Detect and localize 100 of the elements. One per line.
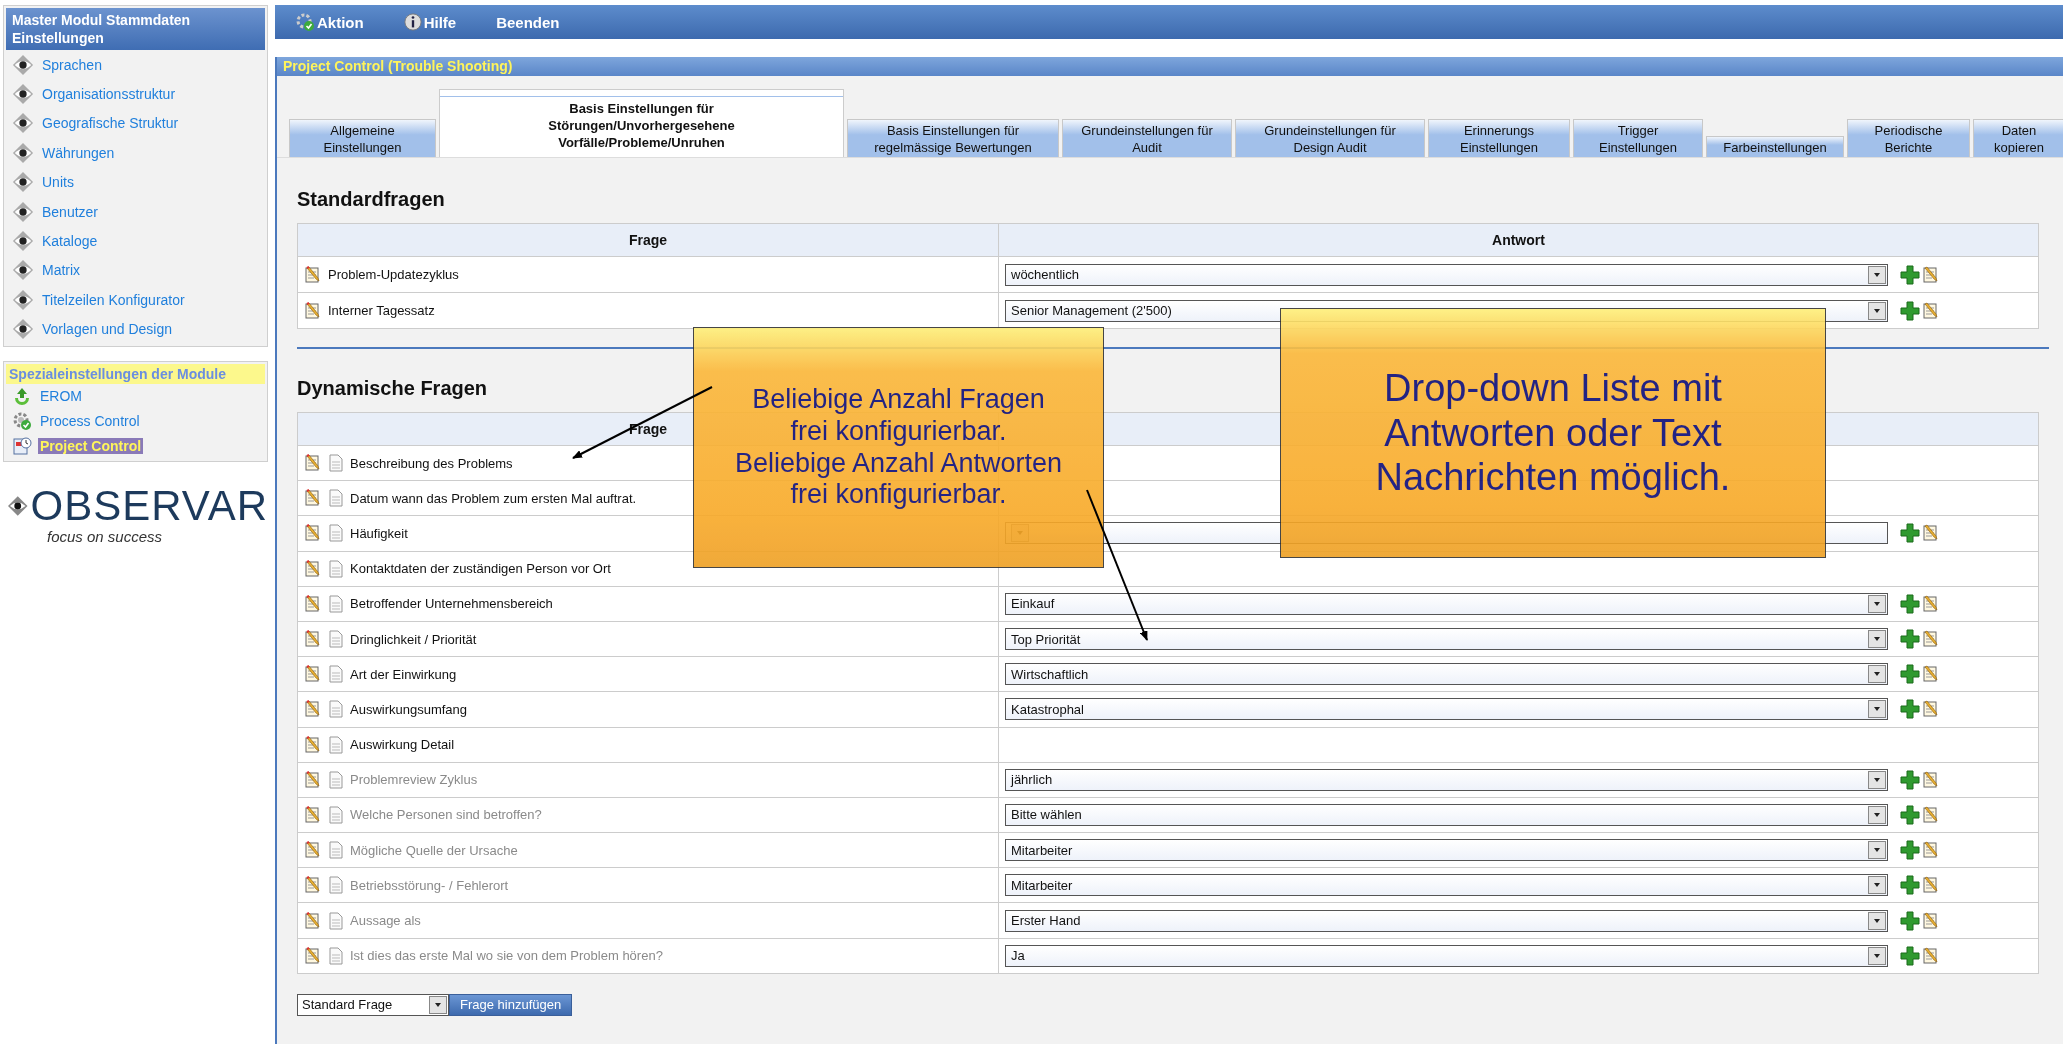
edit-icon[interactable]: [304, 524, 322, 543]
edit-icon[interactable]: [1922, 265, 1940, 284]
edit-icon[interactable]: [1922, 630, 1940, 649]
sidebar-link[interactable]: Titelzeilen Konfigurator: [42, 291, 185, 308]
question-label: Art der Einwirkung: [350, 666, 457, 682]
tab[interactable]: Grundeinstellungen für Design Audit: [1235, 119, 1425, 157]
edit-icon[interactable]: [304, 301, 322, 320]
edit-icon[interactable]: [1922, 665, 1940, 684]
sidebar-link[interactable]: Sprachen: [42, 56, 102, 73]
edit-icon[interactable]: [304, 454, 322, 473]
caret-icon: [429, 995, 447, 1014]
question-label: Auswirkungsumfang: [350, 701, 468, 717]
plus-icon[interactable]: [1900, 300, 1920, 321]
caret-icon: [1868, 946, 1886, 965]
answer-dropdown[interactable]: wöchentlich: [1005, 263, 1888, 286]
document-icon[interactable]: [328, 946, 344, 965]
edit-icon[interactable]: [304, 841, 322, 860]
document-icon[interactable]: [328, 454, 344, 473]
edit-icon[interactable]: [1922, 301, 1940, 320]
plus-icon[interactable]: [1900, 629, 1920, 650]
tab[interactable]: Farbeinstellungen: [1706, 136, 1844, 157]
caret-icon: [1868, 911, 1886, 930]
sidebar-link[interactable]: Kataloge: [42, 233, 98, 250]
tab[interactable]: Trigger Einstellungen: [1573, 119, 1703, 157]
answer-dropdown[interactable]: Wirtschaftlich: [1005, 663, 1888, 686]
edit-icon[interactable]: [304, 630, 322, 649]
plus-icon[interactable]: [1900, 699, 1920, 720]
sidebar-link[interactable]: Währungen: [42, 144, 115, 161]
edit-icon[interactable]: [304, 735, 322, 754]
answer-dropdown[interactable]: Einkauf: [1005, 592, 1888, 615]
edit-icon[interactable]: [304, 594, 322, 613]
edit-icon[interactable]: [304, 770, 322, 789]
sidebar-link[interactable]: Organisationsstruktur: [42, 86, 176, 103]
eye-icon: [12, 230, 34, 253]
document-icon[interactable]: [328, 630, 344, 649]
tab[interactable]: Basis Einstellungen für Störungen/Unvorhergesehene Vorfälle/Probleme/Unruhen: [439, 89, 844, 157]
callout-tooltip: Beliebige Anzahl Fragen frei konfigurierbar. Beliebige Anzahl Antworten frei konfigurierbar.: [693, 327, 1104, 568]
edit-icon[interactable]: [304, 489, 322, 508]
question-label: Kontaktdaten der zuständigen Person vor Ort: [350, 561, 611, 577]
tab[interactable]: Erinnerungs Einstellungen: [1428, 119, 1570, 157]
tab[interactable]: Basis Einstellungen für regelmässige Bewertungen: [847, 119, 1059, 157]
sidebar-link[interactable]: Units: [42, 174, 74, 191]
document-icon[interactable]: [328, 665, 344, 684]
tab[interactable]: Daten kopieren: [1973, 119, 2063, 157]
menu-item[interactable]: Hilfe: [403, 13, 457, 31]
tab[interactable]: Periodische Berichte: [1847, 119, 1970, 157]
document-icon[interactable]: [328, 594, 344, 613]
plus-icon[interactable]: [1900, 664, 1920, 685]
question-label: Dringlichkeit / Priorität: [350, 631, 477, 647]
tab[interactable]: Allgemeine Einstellungen: [289, 119, 436, 157]
menu-item[interactable]: Beenden: [496, 13, 560, 31]
caret-icon: [1868, 700, 1886, 719]
clipboard-icon: [12, 436, 32, 457]
edit-icon[interactable]: [1922, 594, 1940, 613]
edit-icon[interactable]: [304, 911, 322, 930]
sidebar-link[interactable]: Geografische Struktur: [42, 115, 179, 132]
add-question-button[interactable]: Frage hinzufügen: [449, 993, 573, 1016]
plus-icon[interactable]: [1900, 523, 1920, 544]
edit-icon[interactable]: [304, 265, 322, 284]
edit-icon[interactable]: [304, 876, 322, 895]
question-label: Interner Tagessatz: [328, 303, 435, 318]
edit-icon[interactable]: [304, 805, 322, 824]
edit-icon[interactable]: [304, 665, 322, 684]
plus-icon[interactable]: [1900, 264, 1920, 285]
document-icon[interactable]: [328, 559, 344, 578]
question-type-dropdown[interactable]: Standard Frage: [297, 993, 449, 1016]
edit-icon[interactable]: [1922, 524, 1940, 543]
edit-icon[interactable]: [304, 559, 322, 578]
document-icon[interactable]: [328, 805, 344, 824]
column-header: Antwort: [998, 223, 2039, 257]
edit-icon[interactable]: [304, 700, 322, 719]
caret-icon: [1868, 265, 1886, 284]
document-icon[interactable]: [328, 876, 344, 895]
document-icon[interactable]: [328, 700, 344, 719]
document-icon[interactable]: [328, 735, 344, 754]
edit-icon[interactable]: [1922, 700, 1940, 719]
plus-icon[interactable]: [1900, 593, 1920, 614]
question-label: Welche Personen sind betroffen?: [350, 807, 542, 823]
question-label: Datum wann das Problem zum ersten Mal auftrat.: [350, 490, 637, 506]
answer-dropdown[interactable]: Top Priorität: [1005, 628, 1888, 651]
menu-item[interactable]: Aktion: [295, 12, 364, 32]
module-link[interactable]: Process Control: [38, 413, 142, 430]
module-link[interactable]: EROM: [38, 388, 84, 405]
sidebar-link[interactable]: Benutzer: [42, 203, 99, 220]
question-label: Betroffender Unternehmensbereich: [350, 596, 553, 612]
recycle-icon: [12, 386, 32, 407]
eye-icon: [12, 112, 34, 135]
document-icon[interactable]: [328, 489, 344, 508]
document-icon[interactable]: [328, 770, 344, 789]
caret-icon: [1868, 770, 1886, 789]
document-icon[interactable]: [328, 911, 344, 930]
caret-icon: [1868, 630, 1886, 649]
document-icon[interactable]: [328, 841, 344, 860]
document-icon[interactable]: [328, 524, 344, 543]
tab[interactable]: Grundeinstellungen für Audit: [1062, 119, 1232, 157]
question-label: Problemreview Zyklus: [350, 772, 478, 788]
sidebar-link[interactable]: Vorlagen und Design: [42, 321, 172, 338]
sidebar-link[interactable]: Matrix: [42, 262, 81, 279]
answer-dropdown[interactable]: Katastrophal: [1005, 698, 1888, 721]
edit-icon[interactable]: [304, 946, 322, 965]
